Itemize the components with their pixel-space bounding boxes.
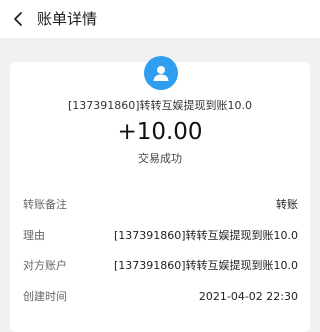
back-button[interactable] xyxy=(8,9,28,29)
detail-value-counterparty: [137391860]转转互娱提现到账10.0 xyxy=(113,259,298,272)
detail-label-created-time: 创建时间 xyxy=(23,290,67,303)
top-bar: 账单详情 xyxy=(0,0,320,38)
detail-label-reason: 理由 xyxy=(23,229,45,242)
person-icon xyxy=(153,66,169,81)
detail-label-counterparty: 对方账户 xyxy=(23,259,67,272)
detail-value-created-time: 2021-04-02 22:30 xyxy=(198,290,298,303)
transaction-status: 交易成功 xyxy=(138,152,182,165)
transaction-amount: +10.00 xyxy=(117,119,203,145)
transaction-memo: [137391860]转转互娱提现到账10.0 xyxy=(67,99,253,112)
chevron-left-icon xyxy=(14,12,22,26)
page-title: 账单详情 xyxy=(37,10,98,28)
detail-label-remark: 转账备注 xyxy=(23,198,67,211)
detail-value-remark: 转账 xyxy=(276,198,298,211)
user-avatar-icon xyxy=(144,56,178,90)
detail-value-reason: [137391860]转转互娱提现到账10.0 xyxy=(113,229,298,242)
